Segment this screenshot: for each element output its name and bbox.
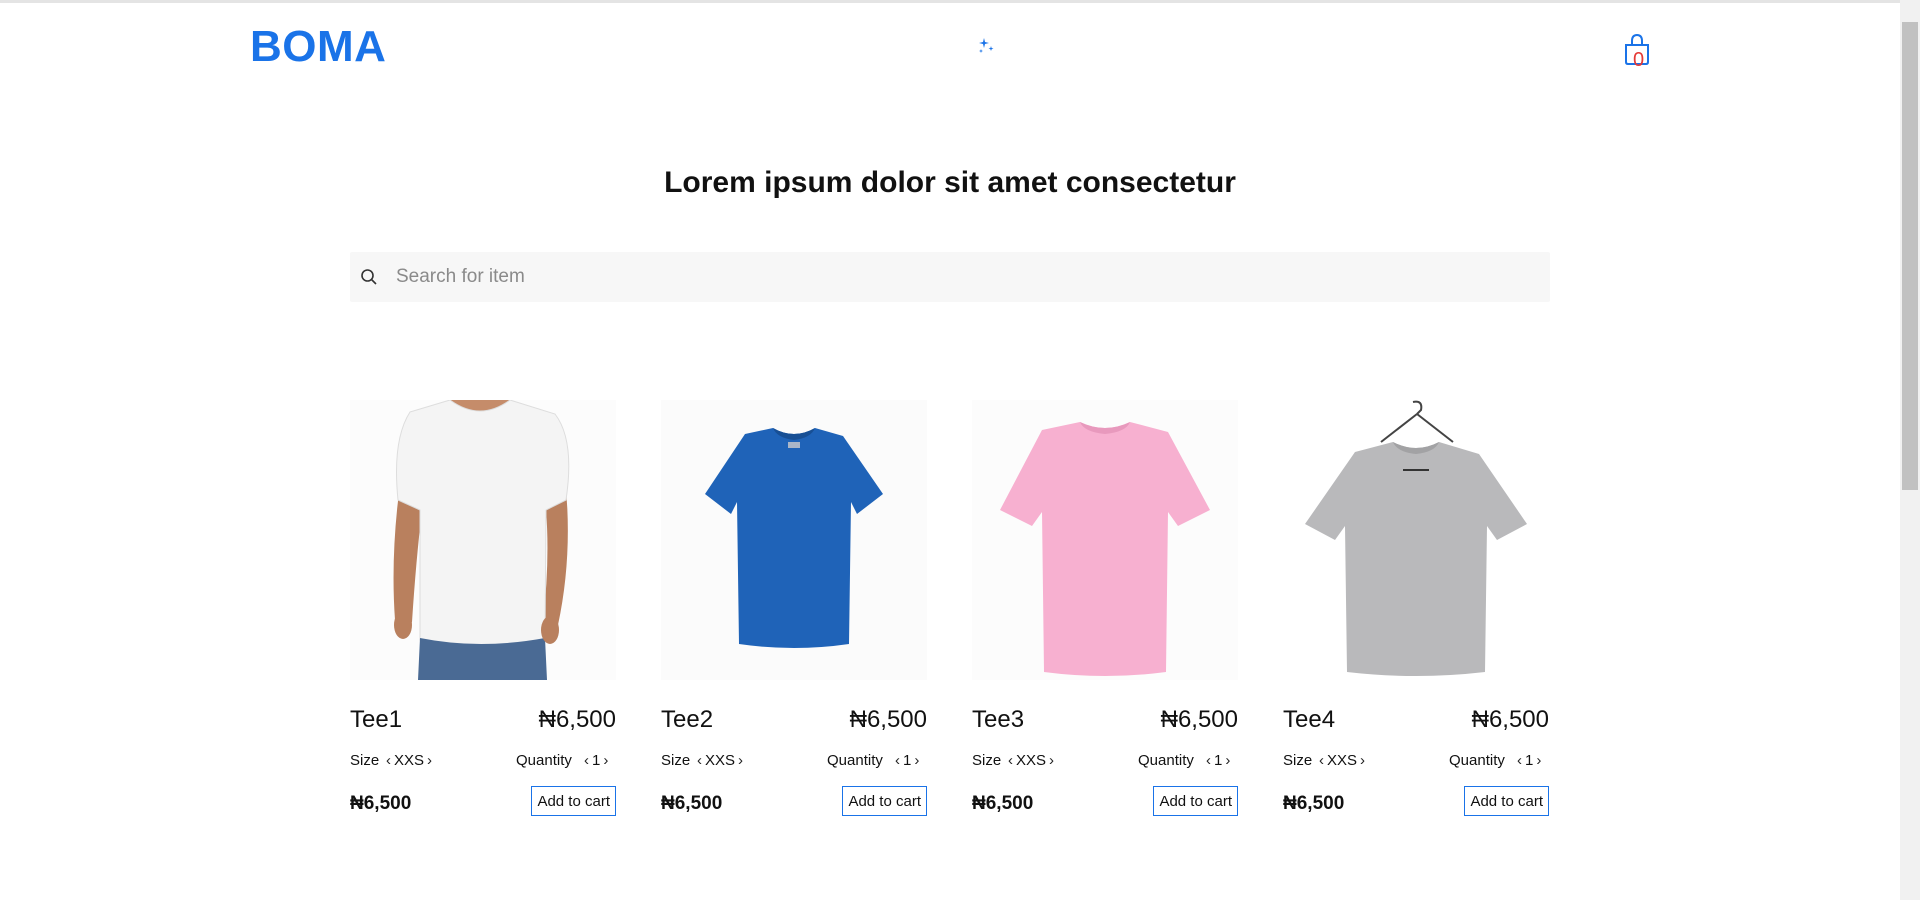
add-to-cart-button[interactable]: Add to cart: [1153, 786, 1238, 816]
product-name: Tee4: [1283, 706, 1336, 733]
chevron-right-icon[interactable]: ›: [914, 753, 919, 768]
chevron-left-icon[interactable]: ‹: [697, 753, 702, 768]
product-name: Tee2: [661, 706, 714, 733]
size-label: Size: [972, 752, 1002, 769]
quantity-value: 1: [1525, 752, 1534, 769]
size-selector: ‹ XXS ›: [1319, 752, 1365, 769]
chevron-left-icon[interactable]: ‹: [584, 753, 589, 768]
quantity-value: 1: [592, 752, 601, 769]
size-value: XXS: [1016, 752, 1047, 769]
quantity-stepper: ‹ 1 ›: [895, 752, 919, 769]
chevron-left-icon[interactable]: ‹: [1517, 753, 1522, 768]
size-label: Size: [661, 752, 691, 769]
chevron-right-icon[interactable]: ›: [603, 753, 608, 768]
product-total: ₦6,500: [1283, 793, 1345, 814]
product-card: Tee2 ₦6,500 Size ‹ XXS › Quantity ‹ 1 › …: [661, 400, 927, 820]
product-price: ₦6,500: [849, 706, 927, 733]
sparkle-icon[interactable]: [976, 36, 996, 56]
quantity-stepper: ‹ 1 ›: [1206, 752, 1230, 769]
product-name: Tee1: [350, 706, 403, 733]
product-price: ₦6,500: [1160, 706, 1238, 733]
size-value: XXS: [394, 752, 425, 769]
product-total: ₦6,500: [350, 793, 412, 814]
product-card: Tee4 ₦6,500 Size ‹ XXS › Quantity ‹ 1 › …: [1283, 400, 1549, 820]
chevron-left-icon[interactable]: ‹: [1008, 753, 1013, 768]
product-name: Tee3: [972, 706, 1025, 733]
quantity-label: Quantity: [827, 752, 883, 769]
quantity-stepper: ‹ 1 ›: [1517, 752, 1541, 769]
size-value: XXS: [705, 752, 736, 769]
product-card: Tee3 ₦6,500 Size ‹ XXS › Quantity ‹ 1 › …: [972, 400, 1238, 820]
size-label: Size: [1283, 752, 1313, 769]
quantity-label: Quantity: [1449, 752, 1505, 769]
add-to-cart-button[interactable]: Add to cart: [842, 786, 927, 816]
quantity-value: 1: [903, 752, 912, 769]
size-selector: ‹ XXS ›: [1008, 752, 1054, 769]
product-card: Tee1 ₦6,500 Size ‹ XXS › Quantity ‹ 1 › …: [350, 400, 616, 820]
size-selector: ‹ XXS ›: [386, 752, 432, 769]
cart-count-badge: 0: [1633, 49, 1645, 71]
chevron-left-icon[interactable]: ‹: [1319, 753, 1324, 768]
chevron-right-icon[interactable]: ›: [427, 753, 432, 768]
quantity-value: 1: [1214, 752, 1223, 769]
product-total: ₦6,500: [972, 793, 1034, 814]
top-border: [0, 0, 1900, 3]
search-bar[interactable]: [350, 252, 1550, 302]
product-image-pink-tshirt[interactable]: [972, 400, 1238, 680]
vertical-scrollbar[interactable]: [1900, 0, 1920, 900]
product-price: ₦6,500: [1471, 706, 1549, 733]
scrollbar-thumb[interactable]: [1902, 22, 1918, 490]
product-image-grey-tshirt[interactable]: [1283, 400, 1549, 680]
product-image-white-tshirt[interactable]: [350, 400, 616, 680]
size-value: XXS: [1327, 752, 1358, 769]
search-icon: [361, 269, 377, 285]
quantity-label: Quantity: [1138, 752, 1194, 769]
product-image-blue-tshirt[interactable]: [661, 400, 927, 680]
add-to-cart-button[interactable]: Add to cart: [531, 786, 616, 816]
size-selector: ‹ XXS ›: [697, 752, 743, 769]
chevron-left-icon[interactable]: ‹: [1206, 753, 1211, 768]
quantity-stepper: ‹ 1 ›: [584, 752, 608, 769]
product-price: ₦6,500: [538, 706, 616, 733]
product-total: ₦6,500: [661, 793, 723, 814]
page-headline: Lorem ipsum dolor sit amet consectetur: [664, 166, 1236, 199]
search-input[interactable]: [396, 266, 1496, 288]
chevron-left-icon[interactable]: ‹: [386, 753, 391, 768]
brand-logo[interactable]: BOMA: [250, 22, 386, 72]
quantity-label: Quantity: [516, 752, 572, 769]
size-label: Size: [350, 752, 380, 769]
chevron-right-icon[interactable]: ›: [1049, 753, 1054, 768]
add-to-cart-button[interactable]: Add to cart: [1464, 786, 1549, 816]
chevron-right-icon[interactable]: ›: [738, 753, 743, 768]
chevron-right-icon[interactable]: ›: [1536, 753, 1541, 768]
chevron-right-icon[interactable]: ›: [1225, 753, 1230, 768]
chevron-left-icon[interactable]: ‹: [895, 753, 900, 768]
chevron-right-icon[interactable]: ›: [1360, 753, 1365, 768]
